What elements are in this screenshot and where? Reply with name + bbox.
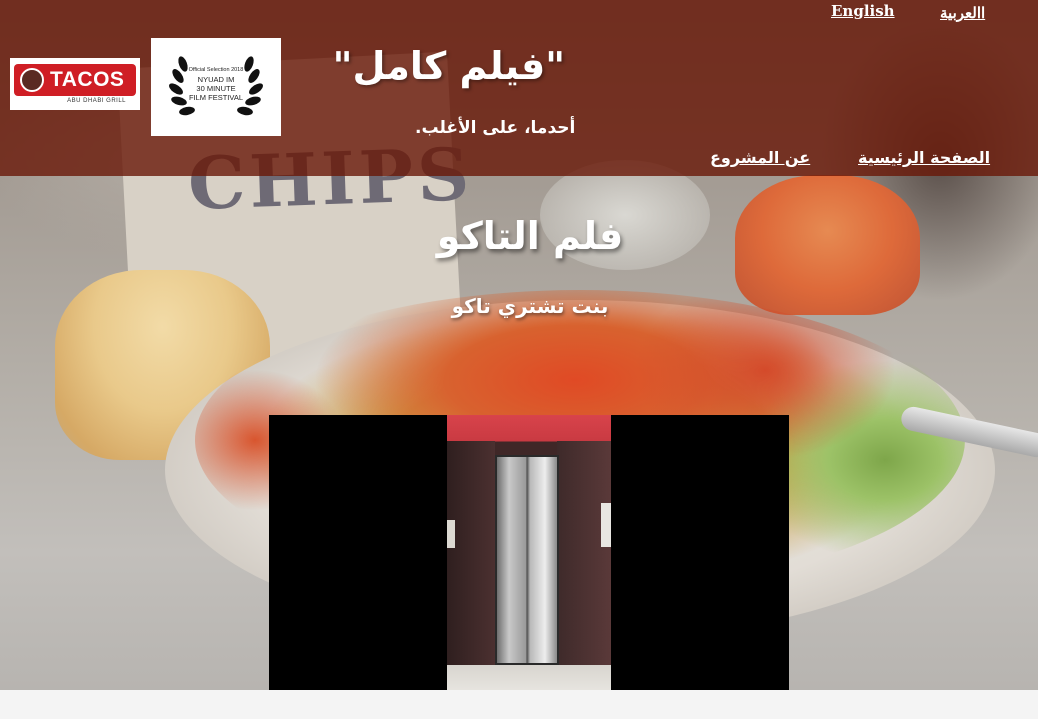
language-link-english[interactable]: English	[831, 2, 895, 20]
festival-line4: FILM FESTIVAL	[188, 93, 244, 102]
hero-subtitle: بنت تشتري تاكو	[451, 294, 609, 318]
taco-icon	[20, 68, 44, 92]
site-title: "فيلم كامل"	[332, 44, 565, 88]
festival-laurel-badge: Official Selection 2018 NYUAD IM 30 MINU…	[151, 38, 281, 136]
video-frame[interactable]	[447, 415, 611, 707]
salsa-cup-right	[735, 175, 920, 315]
video-player[interactable]	[269, 415, 789, 707]
festival-line2: NYUAD IM	[197, 75, 235, 84]
tacos-logo-badge: TACOS	[14, 64, 136, 96]
hero-title: فلم التاكو	[436, 214, 624, 258]
tacos-logo: TACOS ABU DHABI GRILL	[10, 58, 140, 110]
page-bottom-strip	[0, 690, 1038, 719]
festival-line1: Official Selection 2018	[188, 67, 244, 73]
elevator-door	[495, 455, 559, 665]
nav-link-about[interactable]: عن المشروع	[710, 148, 810, 167]
site-header: English االعربية TACOS ABU DHABI GRILL O…	[0, 0, 1038, 176]
language-link-arabic[interactable]: االعربية	[940, 4, 985, 22]
festival-line3: 30 MINUTE	[196, 84, 236, 93]
video-wall-sign-right	[601, 503, 611, 547]
video-wall-sign-left	[447, 520, 455, 548]
nav-link-home[interactable]: الصفحة الرئيسية	[858, 148, 990, 167]
tacos-logo-subtitle: ABU DHABI GRILL	[67, 98, 126, 104]
tacos-logo-word: TACOS	[50, 68, 125, 91]
site-subtitle: أحدما، على الأغلب.	[415, 118, 576, 138]
festival-text: Official Selection 2018 NYUAD IM 30 MINU…	[151, 66, 281, 102]
